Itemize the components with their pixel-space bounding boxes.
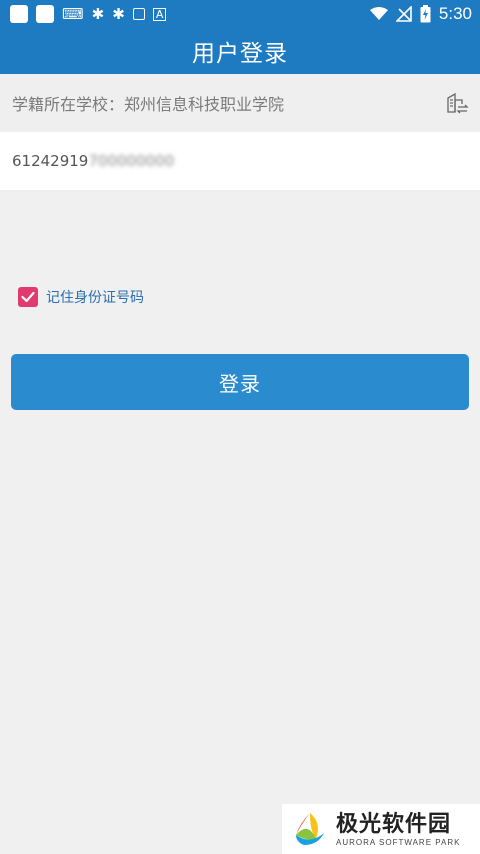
school-select-icon[interactable] bbox=[444, 90, 470, 116]
school-selector[interactable]: 学籍所在学校：郑州信息科技职业学院 bbox=[0, 74, 480, 132]
remember-label: 记住身份证号码 bbox=[46, 290, 144, 306]
app-square-icon bbox=[10, 5, 28, 23]
bug-icon: ✱ bbox=[91, 4, 105, 23]
remember-checkbox[interactable] bbox=[18, 287, 38, 307]
status-time: 5:30 bbox=[438, 4, 472, 23]
page-title: 用户登录 bbox=[192, 41, 288, 67]
remember-id-option[interactable]: 记住身份证号码 bbox=[18, 286, 144, 308]
no-signal-icon bbox=[395, 6, 412, 22]
app-square-icon bbox=[36, 5, 54, 23]
message-icon bbox=[132, 8, 145, 20]
school-label: 学籍所在学校：郑州信息科技职业学院 bbox=[12, 95, 285, 114]
aurora-logo-icon bbox=[296, 813, 324, 845]
font-a-icon: A bbox=[152, 7, 167, 21]
keyboard-icon: ⌨ bbox=[62, 4, 84, 23]
id-number-visible: 61242919 bbox=[12, 152, 89, 170]
watermark-cn: 极光软件园 bbox=[336, 811, 452, 837]
status-bar: ⌨ ✱ ✱ A 5:30 bbox=[0, 0, 480, 28]
watermark-en: AURORA SOFTWARE PARK bbox=[336, 837, 461, 847]
login-button[interactable]: 登录 bbox=[11, 354, 469, 410]
check-icon bbox=[21, 291, 35, 303]
wifi-icon bbox=[369, 7, 388, 20]
bug-icon: ✱ bbox=[112, 4, 125, 23]
status-left-icons: ⌨ ✱ ✱ A bbox=[10, 4, 167, 23]
login-button-label: 登录 bbox=[219, 371, 261, 396]
status-right-icons: 5:30 bbox=[369, 4, 472, 24]
battery-charging-icon bbox=[420, 5, 431, 23]
id-number-obscured: 700000000 bbox=[88, 152, 175, 170]
watermark: 极光软件园 AURORA SOFTWARE PARK bbox=[282, 804, 480, 854]
id-number-field[interactable]: 61242919 700000000 bbox=[0, 132, 480, 190]
header-bar: 用户登录 bbox=[0, 28, 480, 74]
watermark-text: 极光软件园 AURORA SOFTWARE PARK bbox=[336, 812, 460, 847]
